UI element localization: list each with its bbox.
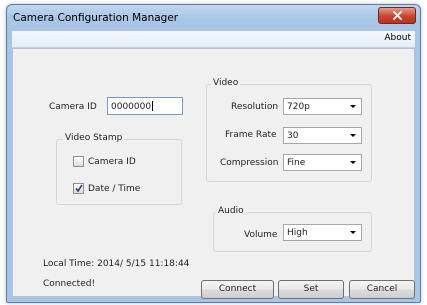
connect-button[interactable]: Connect bbox=[201, 280, 274, 299]
compression-label: Compression bbox=[220, 158, 279, 168]
chevron-down-icon bbox=[350, 161, 356, 164]
menu-about[interactable]: About bbox=[382, 33, 413, 43]
close-icon bbox=[393, 11, 402, 20]
set-button[interactable]: Set bbox=[278, 280, 344, 299]
text-caret bbox=[152, 101, 154, 111]
resolution-label: Resolution bbox=[231, 102, 279, 112]
client-area: Camera ID 0000000 Video Stamp Camera ID … bbox=[12, 48, 415, 299]
compression-value: Fine bbox=[287, 158, 306, 168]
camera-id-checkbox[interactable] bbox=[73, 156, 84, 167]
datetime-checkbox-label: Date / Time bbox=[88, 184, 141, 194]
video-stamp-group: Video Stamp bbox=[56, 133, 182, 205]
volume-label: Volume bbox=[244, 230, 278, 240]
frame-rate-value: 30 bbox=[287, 131, 299, 141]
video-group-title: Video bbox=[211, 78, 241, 88]
camera-id-value: 0000000 bbox=[111, 102, 152, 112]
chevron-down-icon bbox=[350, 231, 356, 234]
camera-id-label: Camera ID bbox=[49, 102, 97, 112]
video-stamp-title: Video Stamp bbox=[63, 133, 125, 143]
frame-rate-select[interactable]: 30 bbox=[283, 127, 362, 144]
local-time-label: Local Time: 2014/ 5/15 11:18:44 bbox=[43, 259, 190, 269]
volume-value: High bbox=[287, 228, 308, 238]
resolution-select[interactable]: 720p bbox=[283, 98, 362, 115]
close-button[interactable] bbox=[378, 7, 416, 24]
cancel-button[interactable]: Cancel bbox=[349, 280, 415, 299]
connection-status: Connected! bbox=[43, 279, 96, 289]
volume-select[interactable]: High bbox=[283, 224, 362, 241]
app-window: Camera Configuration Manager About Camer… bbox=[6, 4, 421, 303]
audio-group-title: Audio bbox=[216, 206, 246, 216]
chevron-down-icon bbox=[350, 134, 356, 137]
camera-id-checkbox-label: Camera ID bbox=[88, 157, 136, 167]
datetime-checkbox[interactable] bbox=[73, 183, 84, 194]
checkmark-icon bbox=[75, 184, 83, 193]
compression-select[interactable]: Fine bbox=[283, 154, 362, 171]
window-title: Camera Configuration Manager bbox=[13, 12, 179, 24]
title-bar[interactable]: Camera Configuration Manager bbox=[7, 5, 420, 31]
frame-rate-label: Frame Rate bbox=[225, 130, 277, 140]
camera-id-input[interactable]: 0000000 bbox=[107, 97, 183, 115]
chevron-down-icon bbox=[350, 105, 356, 108]
menu-bar: About bbox=[12, 31, 415, 48]
resolution-value: 720p bbox=[287, 102, 310, 112]
